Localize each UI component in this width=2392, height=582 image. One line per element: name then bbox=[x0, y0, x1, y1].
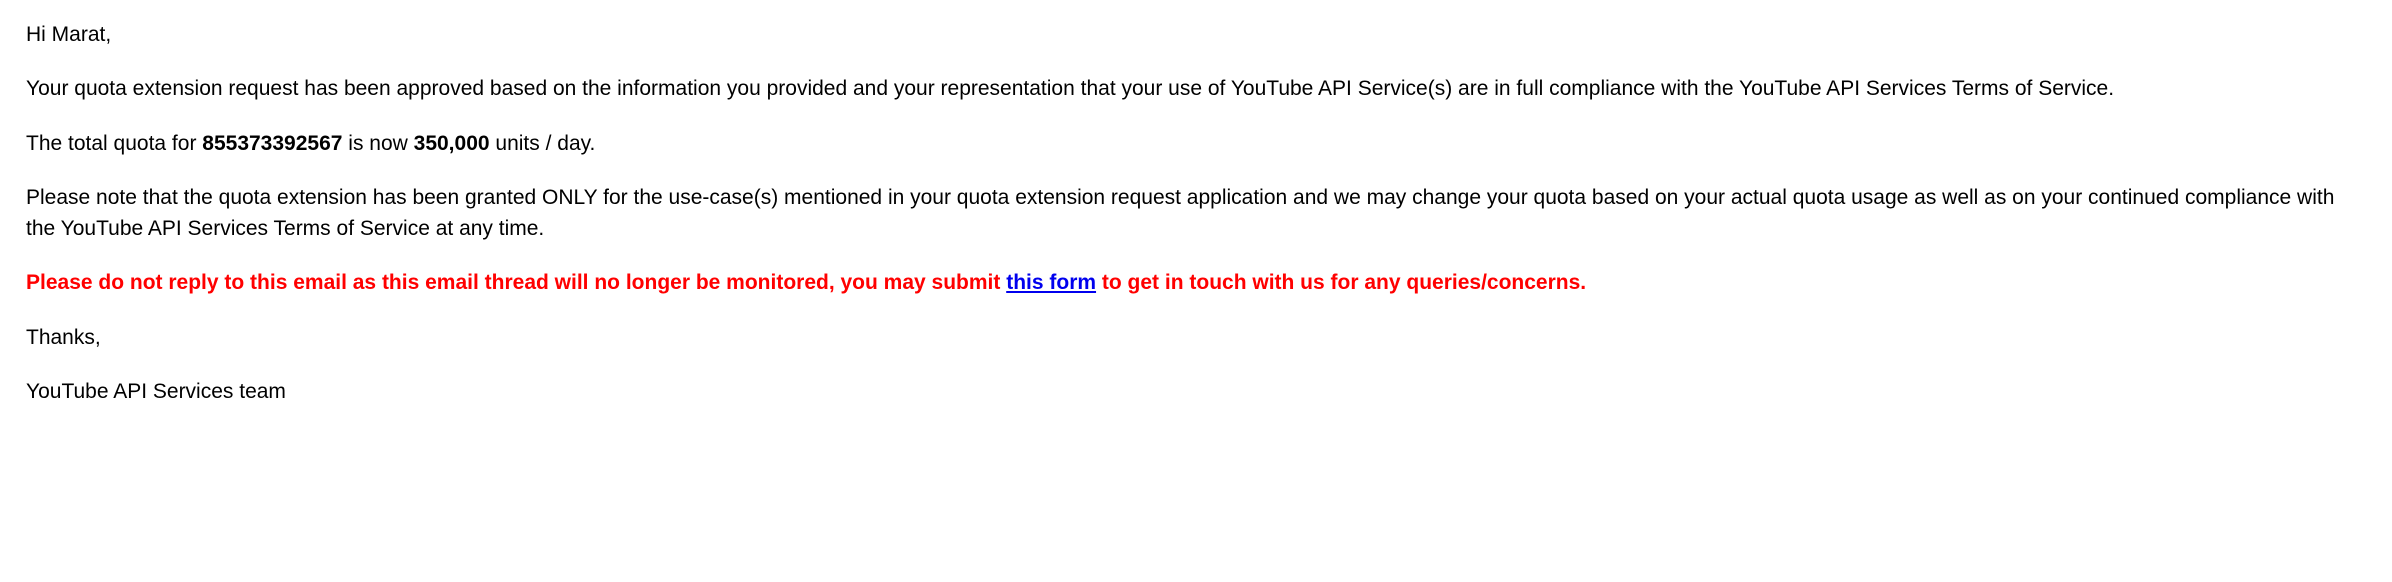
quota-mid-text: is now bbox=[342, 132, 413, 155]
this-form-link[interactable]: this form bbox=[1006, 271, 1096, 294]
warning-paragraph: Please do not reply to this email as thi… bbox=[26, 268, 2366, 298]
conditions-paragraph: Please note that the quota extension has… bbox=[26, 183, 2366, 244]
warning-post-text: to get in touch with us for any queries/… bbox=[1096, 271, 1586, 294]
quota-amount: 350,000 bbox=[414, 132, 490, 155]
greeting-line: Hi Marat, bbox=[26, 20, 2366, 50]
approval-paragraph: Your quota extension request has been ap… bbox=[26, 74, 2366, 104]
quota-paragraph: The total quota for 855373392567 is now … bbox=[26, 129, 2366, 159]
quota-post-text: units / day. bbox=[490, 132, 596, 155]
warning-pre-text: Please do not reply to this email as thi… bbox=[26, 271, 1006, 294]
signature-line: YouTube API Services team bbox=[26, 377, 2366, 407]
quota-pre-text: The total quota for bbox=[26, 132, 202, 155]
thanks-line: Thanks, bbox=[26, 323, 2366, 353]
quota-project-id: 855373392567 bbox=[202, 132, 342, 155]
